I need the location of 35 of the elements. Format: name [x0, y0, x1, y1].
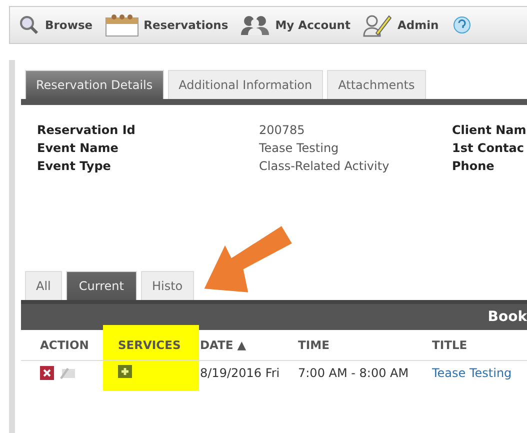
column-header[interactable]: SERVICES: [118, 338, 200, 352]
field-label: Reservation Id: [37, 122, 136, 139]
people-icon: [240, 14, 270, 36]
toolbar-link[interactable]: Browse: [45, 18, 93, 32]
tab[interactable]: Current: [66, 271, 137, 300]
toolbar-link[interactable]: Admin: [397, 18, 439, 32]
help-icon[interactable]: [452, 16, 471, 34]
toolbar-link[interactable]: My Account: [275, 18, 350, 32]
column-header[interactable]: DATE ▲: [200, 338, 298, 352]
table-cell-text: 7:00 AM - 8:00 AM: [298, 366, 410, 380]
column-header[interactable]: ACTION: [21, 338, 118, 352]
field-label: Client Nam: [452, 122, 526, 139]
toolbar-link[interactable]: Reservations: [144, 18, 228, 32]
user-pencil-icon: [362, 13, 392, 37]
table-cell-text: 8/19/2016 Fri: [200, 366, 281, 380]
tab[interactable]: Histo: [140, 271, 194, 300]
tab[interactable]: All: [25, 271, 62, 300]
search-icon: [18, 14, 40, 36]
field-value: Tease Testing: [259, 140, 340, 157]
column-header[interactable]: TITLE: [432, 338, 468, 352]
field-value: 200785: [259, 122, 306, 139]
add-icon[interactable]: [118, 365, 132, 378]
field-label: Event Type: [37, 158, 112, 175]
calendar-icon: [104, 13, 139, 37]
tab[interactable]: Attachments: [327, 70, 426, 99]
tab[interactable]: Additional Information: [168, 70, 324, 99]
table-title: Book: [488, 309, 527, 325]
title-link[interactable]: Tease Testing: [432, 366, 512, 380]
field-label: Phone: [452, 158, 494, 175]
field-value: Class-Related Activity: [259, 158, 390, 175]
column-header[interactable]: TIME: [298, 338, 432, 352]
tab[interactable]: Reservation Details: [25, 70, 164, 99]
delete-icon[interactable]: [40, 366, 54, 380]
field-label: 1st Contac: [452, 140, 524, 157]
field-label: Event Name: [37, 140, 120, 157]
